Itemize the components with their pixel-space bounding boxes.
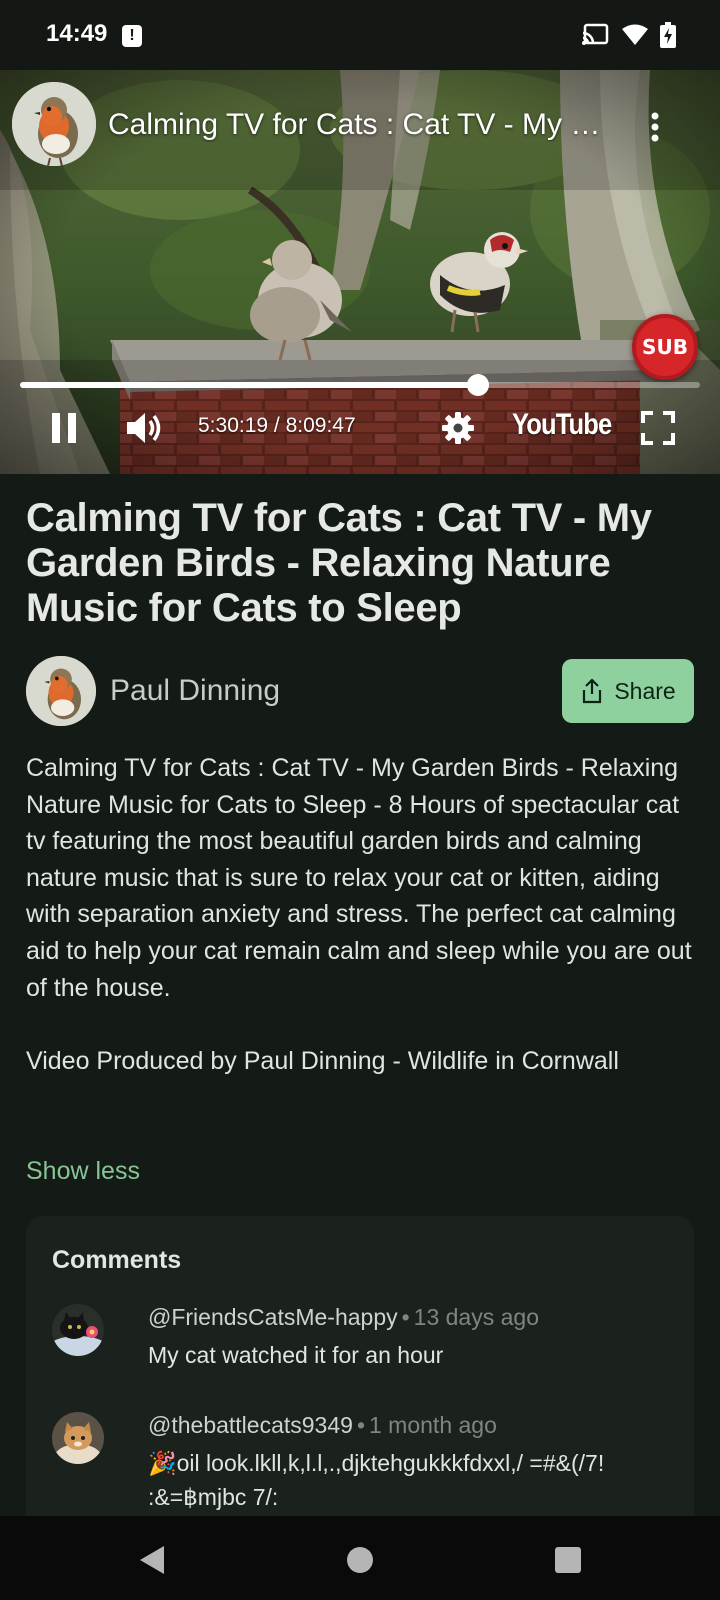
- status-bar: 14:49 !: [0, 0, 720, 70]
- description-paragraph: Calming TV for Cats : Cat TV - My Garden…: [26, 754, 692, 1002]
- uploader-row[interactable]: Paul Dinning: [26, 656, 280, 726]
- cat-avatar-image: [52, 1304, 104, 1356]
- youtube-logo[interactable]: YouTube: [512, 408, 612, 442]
- robin-avatar-image: [12, 82, 96, 166]
- pause-button[interactable]: [46, 408, 82, 448]
- comment-item[interactable]: @thebattlecats9349 • 1 month ago 🎉oil look…: [52, 1412, 672, 1522]
- description-paragraph: Video Produced by Paul Dinning - Wildlif…: [26, 1046, 619, 1075]
- comment-avatar[interactable]: [52, 1304, 104, 1356]
- comment-avatar[interactable]: [52, 1412, 104, 1464]
- status-time: 14:49: [46, 20, 108, 47]
- more-vert-icon: [651, 112, 659, 142]
- seek-bar-played: [20, 382, 479, 388]
- comment-author[interactable]: @FriendsCatsMe-happy: [148, 1304, 398, 1330]
- comment-text: My cat watched it for an hour: [148, 1342, 444, 1368]
- notification-alert-icon: !: [122, 25, 142, 47]
- back-button[interactable]: [132, 1540, 172, 1580]
- subscribe-button[interactable]: SUB: [632, 314, 698, 380]
- video-title: Calming TV for Cats : Cat TV - My Garden…: [26, 496, 652, 630]
- comment-text: 🎉oil look.lkll,k,l.l,.,djktehgukkkfdxxl,…: [148, 1450, 605, 1510]
- system-nav-bar: [0, 1516, 720, 1600]
- comment-time: 13 days ago: [413, 1304, 539, 1330]
- back-triangle-icon: [140, 1546, 164, 1574]
- uploader-avatar[interactable]: [26, 656, 96, 726]
- fullscreen-button[interactable]: [640, 408, 676, 448]
- uploader-name[interactable]: Paul Dinning: [110, 674, 280, 708]
- comment-time: 1 month ago: [369, 1412, 497, 1438]
- comment-separator: •: [356, 1412, 365, 1438]
- fullscreen-icon: [641, 411, 675, 445]
- share-label: Share: [614, 677, 676, 704]
- comment-separator: •: [401, 1304, 410, 1330]
- pause-icon: [52, 413, 76, 443]
- volume-icon: [127, 413, 161, 443]
- comment-item[interactable]: @FriendsCatsMe-happy • 13 days ago My cat …: [52, 1304, 672, 1384]
- home-button[interactable]: [340, 1540, 380, 1580]
- recents-button[interactable]: [548, 1540, 588, 1580]
- wifi-icon: [622, 24, 648, 45]
- show-less-link[interactable]: Show less: [26, 1157, 140, 1186]
- comments-section[interactable]: Comments @FriendsCatsMe-happy • 13 days ag…: [26, 1216, 694, 1536]
- video-description: Calming TV for Cats : Cat TV - My Garden…: [26, 750, 696, 1116]
- home-circle-icon: [347, 1547, 373, 1573]
- settings-gear-icon: [442, 412, 474, 444]
- volume-button[interactable]: [124, 408, 164, 448]
- status-icons: [582, 22, 676, 48]
- comment-author[interactable]: @thebattlecats9349: [148, 1412, 353, 1438]
- channel-avatar[interactable]: [12, 82, 96, 166]
- seek-bar[interactable]: [20, 374, 700, 396]
- cast-icon: [582, 23, 609, 45]
- share-icon: [583, 678, 602, 704]
- more-options-button[interactable]: [640, 110, 670, 144]
- comment-meta: @FriendsCatsMe-happy • 13 days ago: [148, 1304, 539, 1331]
- video-player[interactable]: Calming TV for Cats : Cat TV - My Garden…: [0, 70, 720, 474]
- cat-avatar-image: [52, 1412, 104, 1464]
- comment-meta: @thebattlecats9349 • 1 month ago: [148, 1412, 497, 1439]
- settings-button[interactable]: [440, 408, 476, 448]
- time-readout: 5:30:19 / 8:09:47: [198, 414, 356, 437]
- share-button[interactable]: Share: [562, 659, 694, 723]
- battery-charging-icon: [660, 22, 676, 48]
- player-title: Calming TV for Cats : Cat TV - My Garden…: [108, 108, 608, 141]
- comments-heading: Comments: [52, 1246, 182, 1274]
- robin-avatar-image: [26, 656, 96, 726]
- recents-square-icon: [555, 1547, 581, 1573]
